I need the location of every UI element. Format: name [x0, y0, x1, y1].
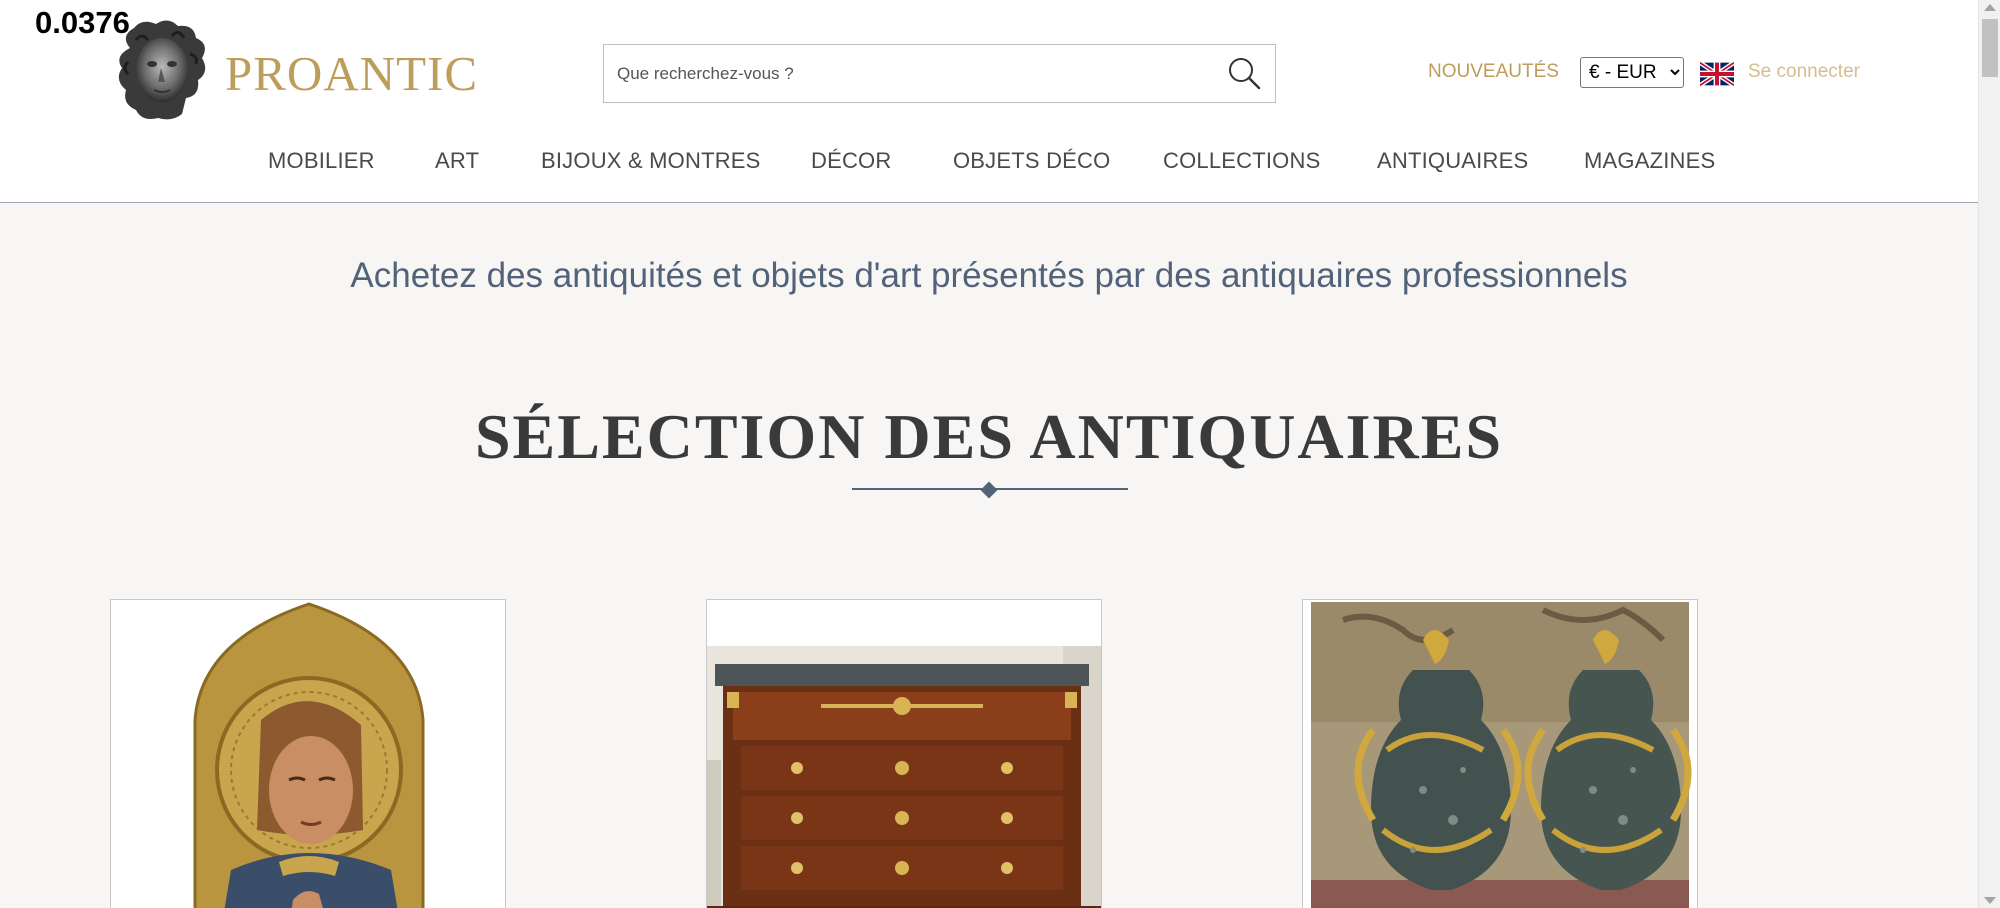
main-nav: MOBILIER ART BIJOUX & MONTRES DÉCOR OBJE… [0, 148, 1978, 178]
pair-of-marble-ormolu-vases-image [1303, 600, 1697, 908]
scrollbar-thumb[interactable] [1982, 19, 1998, 77]
nav-item-mobilier[interactable]: MOBILIER [268, 148, 375, 174]
product-card[interactable] [1302, 599, 1698, 908]
nav-item-objets-deco[interactable]: OBJETS DÉCO [953, 148, 1110, 174]
section-title: SÉLECTION DES ANTIQUAIRES [474, 401, 1504, 472]
nav-item-collections[interactable]: COLLECTIONS [1163, 148, 1320, 174]
page-scrollbar[interactable] [1978, 0, 2000, 908]
scroll-up-arrow-icon[interactable] [1984, 4, 1996, 11]
divider-diamond-icon [980, 481, 998, 499]
nouveautes-link[interactable]: NOUVEAUTÉS [1428, 61, 1559, 83]
search-button[interactable] [1225, 55, 1263, 93]
page: 0.0376 PROANTIC Que recherchez-vous ? NO… [0, 0, 2000, 908]
nav-item-art[interactable]: ART [435, 148, 479, 174]
site-header: PROANTIC NOUVEAUTÉS € - EUR [0, 0, 1978, 203]
product-card[interactable] [110, 599, 506, 908]
nav-item-bijoux-montres[interactable]: BIJOUX & MONTRES [541, 148, 761, 174]
search-input[interactable] [604, 45, 1204, 102]
product-card[interactable] [706, 599, 1102, 908]
scroll-down-arrow-icon[interactable] [1984, 897, 1996, 904]
search-box [603, 44, 1276, 103]
overlay-value: 0.0376 [35, 5, 130, 40]
login-link[interactable]: Se connecter [1748, 61, 1860, 83]
nav-item-magazines[interactable]: MAGAZINES [1584, 148, 1715, 174]
language-switch[interactable] [1698, 60, 1736, 88]
nav-item-antiquaires[interactable]: ANTIQUAIRES [1377, 148, 1528, 174]
nav-item-decor[interactable]: DÉCOR [811, 148, 891, 174]
uk-flag-icon [1698, 60, 1736, 88]
tagline: Achetez des antiquités et objets d'art p… [350, 256, 1628, 295]
search-icon [1229, 58, 1261, 90]
empire-mahogany-commode-image [707, 600, 1101, 908]
brand-name[interactable]: PROANTIC [225, 45, 478, 102]
currency-select[interactable]: € - EUR [1580, 57, 1684, 88]
gothic-saint-painting-image [111, 600, 505, 908]
